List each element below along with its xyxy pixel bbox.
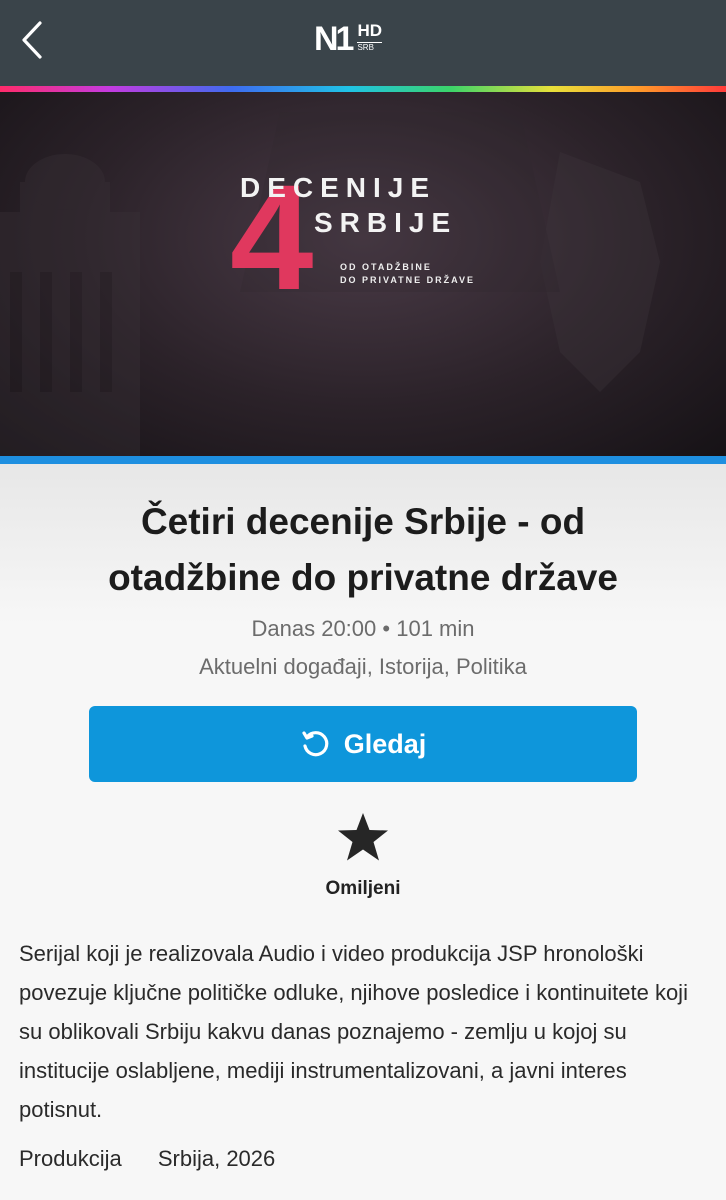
watch-button[interactable]: Gledaj — [89, 706, 637, 782]
program-duration: 101 min — [396, 616, 475, 641]
logo-hd: HD — [357, 21, 383, 40]
production-value: Srbija, 2026 — [157, 1146, 276, 1171]
top-bar: N1 HD SRB — [0, 0, 726, 86]
production-label: Produkcija — [19, 1146, 122, 1171]
replay-icon — [302, 731, 329, 757]
logo-main: N1 — [314, 20, 355, 58]
poster-title: 4 DECENIJE SRBIJE OD OTADŽBINE DO PRIVAT… — [230, 162, 510, 312]
program-title: Četiri decenije Srbije - od otadžbine do… — [0, 494, 726, 606]
poster-line-1: DECENIJE — [240, 172, 437, 203]
program-title-line-2: otadžbine do privatne države — [108, 557, 618, 598]
program-meta: Danas 20:00 • 101 min — [0, 616, 726, 642]
poster-divider — [0, 456, 726, 464]
favorite-label: Omiljeni — [325, 878, 401, 899]
poster-line-2: SRBIJE — [314, 207, 458, 238]
logo-sub: HD SRB — [357, 21, 383, 52]
program-poster: 4 DECENIJE SRBIJE OD OTADŽBINE DO PRIVAT… — [0, 92, 726, 456]
program-genres: Aktuelni događaji, Istorija, Politika — [199, 654, 527, 679]
chevron-left-icon — [22, 21, 42, 59]
favorite-button[interactable]: Omiljeni — [313, 812, 413, 908]
program-description: Serijal koji je realizovala Audio i vide… — [19, 941, 688, 1122]
poster-tagline-1: OD OTADŽBINE — [340, 262, 432, 272]
back-button[interactable] — [12, 16, 52, 64]
program-time: Danas 20:00 — [251, 616, 377, 641]
n1-logo: N1 HD SRB — [314, 20, 383, 58]
meta-separator: • — [382, 616, 391, 641]
watch-button-label: Gledaj — [343, 728, 427, 759]
star-icon — [338, 813, 388, 861]
logo-srb: SRB — [357, 42, 383, 52]
production-info: Produkcija Srbija, 2026 — [19, 1146, 275, 1172]
program-title-line-1: Četiri decenije Srbije - od — [140, 501, 586, 542]
poster-tagline-2: DO PRIVATNE DRŽAVE — [340, 275, 476, 285]
